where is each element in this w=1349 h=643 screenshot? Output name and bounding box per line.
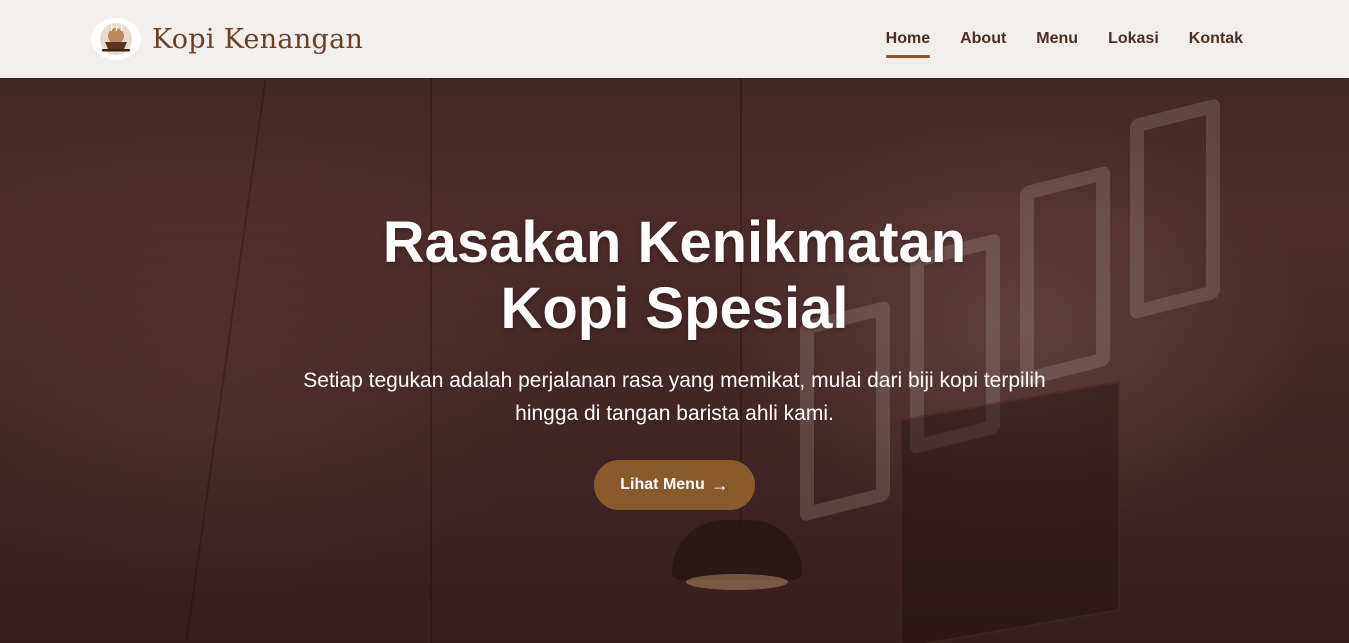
nav-link-lokasi[interactable]: Lokasi [1108, 24, 1159, 54]
nav-link-home[interactable]: Home [885, 24, 931, 58]
nav-item-lokasi: Lokasi [1108, 24, 1159, 54]
brand-name: Kopi Kenangan [152, 23, 364, 55]
hero-content: Rasakan Kenikmatan Kopi Spesial Setiap t… [0, 210, 1349, 510]
nav-item-about: About [960, 24, 1006, 54]
nav-item-home: Home [885, 24, 931, 58]
arrow-right-icon: → [710, 475, 729, 495]
nav-item-menu: Menu [1036, 24, 1078, 54]
nav-link-kontak[interactable]: Kontak [1189, 24, 1243, 54]
coffee-cup-icon [91, 18, 141, 60]
nav-link-menu[interactable]: Menu [1036, 24, 1078, 54]
nav-item-kontak: Kontak [1189, 24, 1243, 54]
navbar: Kopi Kenangan Home About Menu Lokasi Kon… [0, 0, 1349, 78]
brand-link[interactable]: Kopi Kenangan [91, 18, 363, 60]
nav-link-about[interactable]: About [960, 24, 1006, 54]
hero-subtitle: Setiap tegukan adalah perjalanan rasa ya… [303, 369, 1046, 425]
main-navigation: Home About Menu Lokasi Kontak [885, 24, 1243, 58]
view-menu-label: Lihat Menu [620, 476, 705, 493]
view-menu-button[interactable]: Lihat Menu → [594, 460, 755, 510]
hero-title: Rasakan Kenikmatan Kopi Spesial [382, 210, 967, 341]
